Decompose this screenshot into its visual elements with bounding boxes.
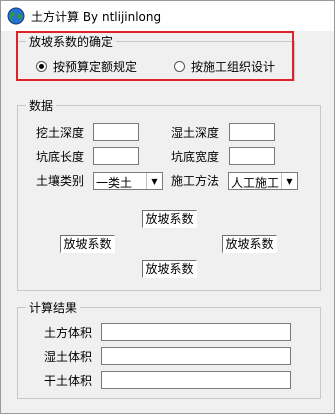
excavation-depth-input[interactable] [93,123,139,141]
data-group: 数据 挖土深度 湿土深度 坑底长度 坑底宽度 土壤类别 一类土 ▼ 施工方法 人… [17,97,321,291]
pit-length-label: 坑底长度 [36,150,85,164]
highlight-box [16,31,294,81]
earth-volume-output [101,323,291,341]
wet-depth-input[interactable] [229,123,275,141]
construction-method-select[interactable]: 人工施工 ▼ [228,172,298,190]
slope-coefficient-bottom[interactable]: 放坡系数 [142,260,197,278]
wet-volume-output [101,347,291,365]
earth-volume-label: 土方体积 [44,326,93,340]
window-title: 土方计算 By ntlijinlong [31,10,162,24]
globe-icon [7,7,25,25]
chevron-down-icon[interactable]: ▼ [281,173,297,189]
construction-method-value: 人工施工 [231,176,280,190]
results-group: 计算结果 土方体积 湿土体积 干土体积 [17,299,321,399]
title-bar[interactable]: 土方计算 By ntlijinlong [1,1,334,31]
excavation-depth-label: 挖土深度 [36,126,85,140]
construction-method-label: 施工方法 [171,174,220,188]
dry-volume-label: 干土体积 [44,374,93,388]
soil-type-label: 土壤类别 [36,174,85,188]
wet-depth-label: 湿土深度 [171,126,220,140]
wet-volume-label: 湿土体积 [44,350,93,364]
slope-coefficient-right[interactable]: 放坡系数 [222,235,277,253]
results-legend: 计算结果 [26,299,81,316]
app-window: 土方计算 By ntlijinlong 放坡系数的确定 按预算定额规定 按施工组… [0,0,335,414]
slope-coefficient-left[interactable]: 放坡系数 [60,235,115,253]
soil-type-select[interactable]: 一类土 ▼ [93,172,163,190]
pit-length-input[interactable] [93,147,139,165]
chevron-down-icon[interactable]: ▼ [146,173,162,189]
slope-coefficient-top[interactable]: 放坡系数 [142,210,197,228]
pit-width-label: 坑底宽度 [171,150,220,164]
soil-type-value: 一类土 [96,176,133,190]
pit-width-input[interactable] [229,147,275,165]
data-legend: 数据 [26,97,57,114]
dry-volume-output [101,371,291,389]
